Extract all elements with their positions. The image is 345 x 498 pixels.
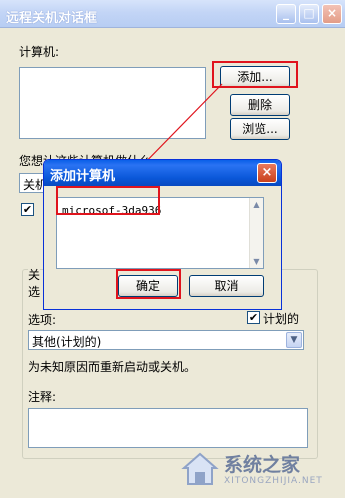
browse-button-label: 浏览... [242, 122, 278, 136]
close-icon: × [326, 6, 338, 20]
computers-label: 计算机: [19, 45, 60, 59]
maximize-icon: □ [303, 6, 315, 20]
options-label: 选项: [28, 313, 57, 327]
outer-dialog-title: 远程关机对话框 [6, 11, 98, 26]
inner-titlebar[interactable]: 添加计算机 × [44, 160, 281, 186]
watermark-logo-icon [181, 452, 219, 485]
inner-close-button[interactable]: × [257, 163, 277, 183]
add-button-highlight [212, 61, 298, 88]
close-icon: × [261, 165, 273, 180]
cancel-button-label: 取消 [214, 279, 239, 293]
group-label: 关 [28, 266, 41, 283]
warn-checkbox[interactable]: ✔ [21, 203, 34, 216]
watermark: 系统之家 XITONGZHIJIA.NET [176, 444, 345, 494]
minimize-icon: _ [283, 6, 289, 20]
reason-text: 为未知原因而重新启动或关机。 [28, 360, 197, 374]
browse-button[interactable]: 浏览... [230, 118, 290, 140]
name-highlight [56, 186, 160, 215]
scroll-down-icon[interactable]: ▼ [250, 255, 263, 268]
computer-list[interactable] [19, 67, 206, 139]
add-computer-dialog: 添加计算机 × microsof-3da936 ▲ ▼ 确定 取消 [43, 159, 282, 310]
minimize-button[interactable]: _ [276, 4, 296, 24]
options-dropdown[interactable]: 其他(计划的) ▼ [28, 330, 304, 350]
delete-button-label: 删除 [247, 98, 272, 112]
options-dropdown-value: 其他(计划的) [32, 335, 102, 349]
chevron-down-icon[interactable]: ▼ [286, 332, 302, 348]
watermark-subtext: XITONGZHIJIA.NET [224, 476, 323, 486]
ok-button-highlight [116, 269, 181, 299]
cancel-button[interactable]: 取消 [189, 275, 264, 297]
planned-label: 计划的 [263, 312, 300, 326]
close-button[interactable]: × [322, 4, 342, 24]
maximize-button[interactable]: □ [299, 4, 319, 24]
planned-checkbox[interactable]: ✔ [247, 311, 260, 324]
name-scrollbar[interactable]: ▲ ▼ [249, 198, 263, 268]
watermark-text: 系统之家 [224, 454, 301, 476]
delete-button[interactable]: 删除 [230, 94, 290, 116]
inner-dialog-title: 添加计算机 [50, 169, 116, 184]
instruction-text: 选 [28, 285, 41, 299]
outer-titlebar[interactable]: 远程关机对话框 _ □ × [0, 0, 345, 28]
scroll-up-icon[interactable]: ▲ [250, 198, 263, 211]
comment-input[interactable] [28, 408, 308, 448]
comment-label: 注释: [28, 390, 57, 404]
